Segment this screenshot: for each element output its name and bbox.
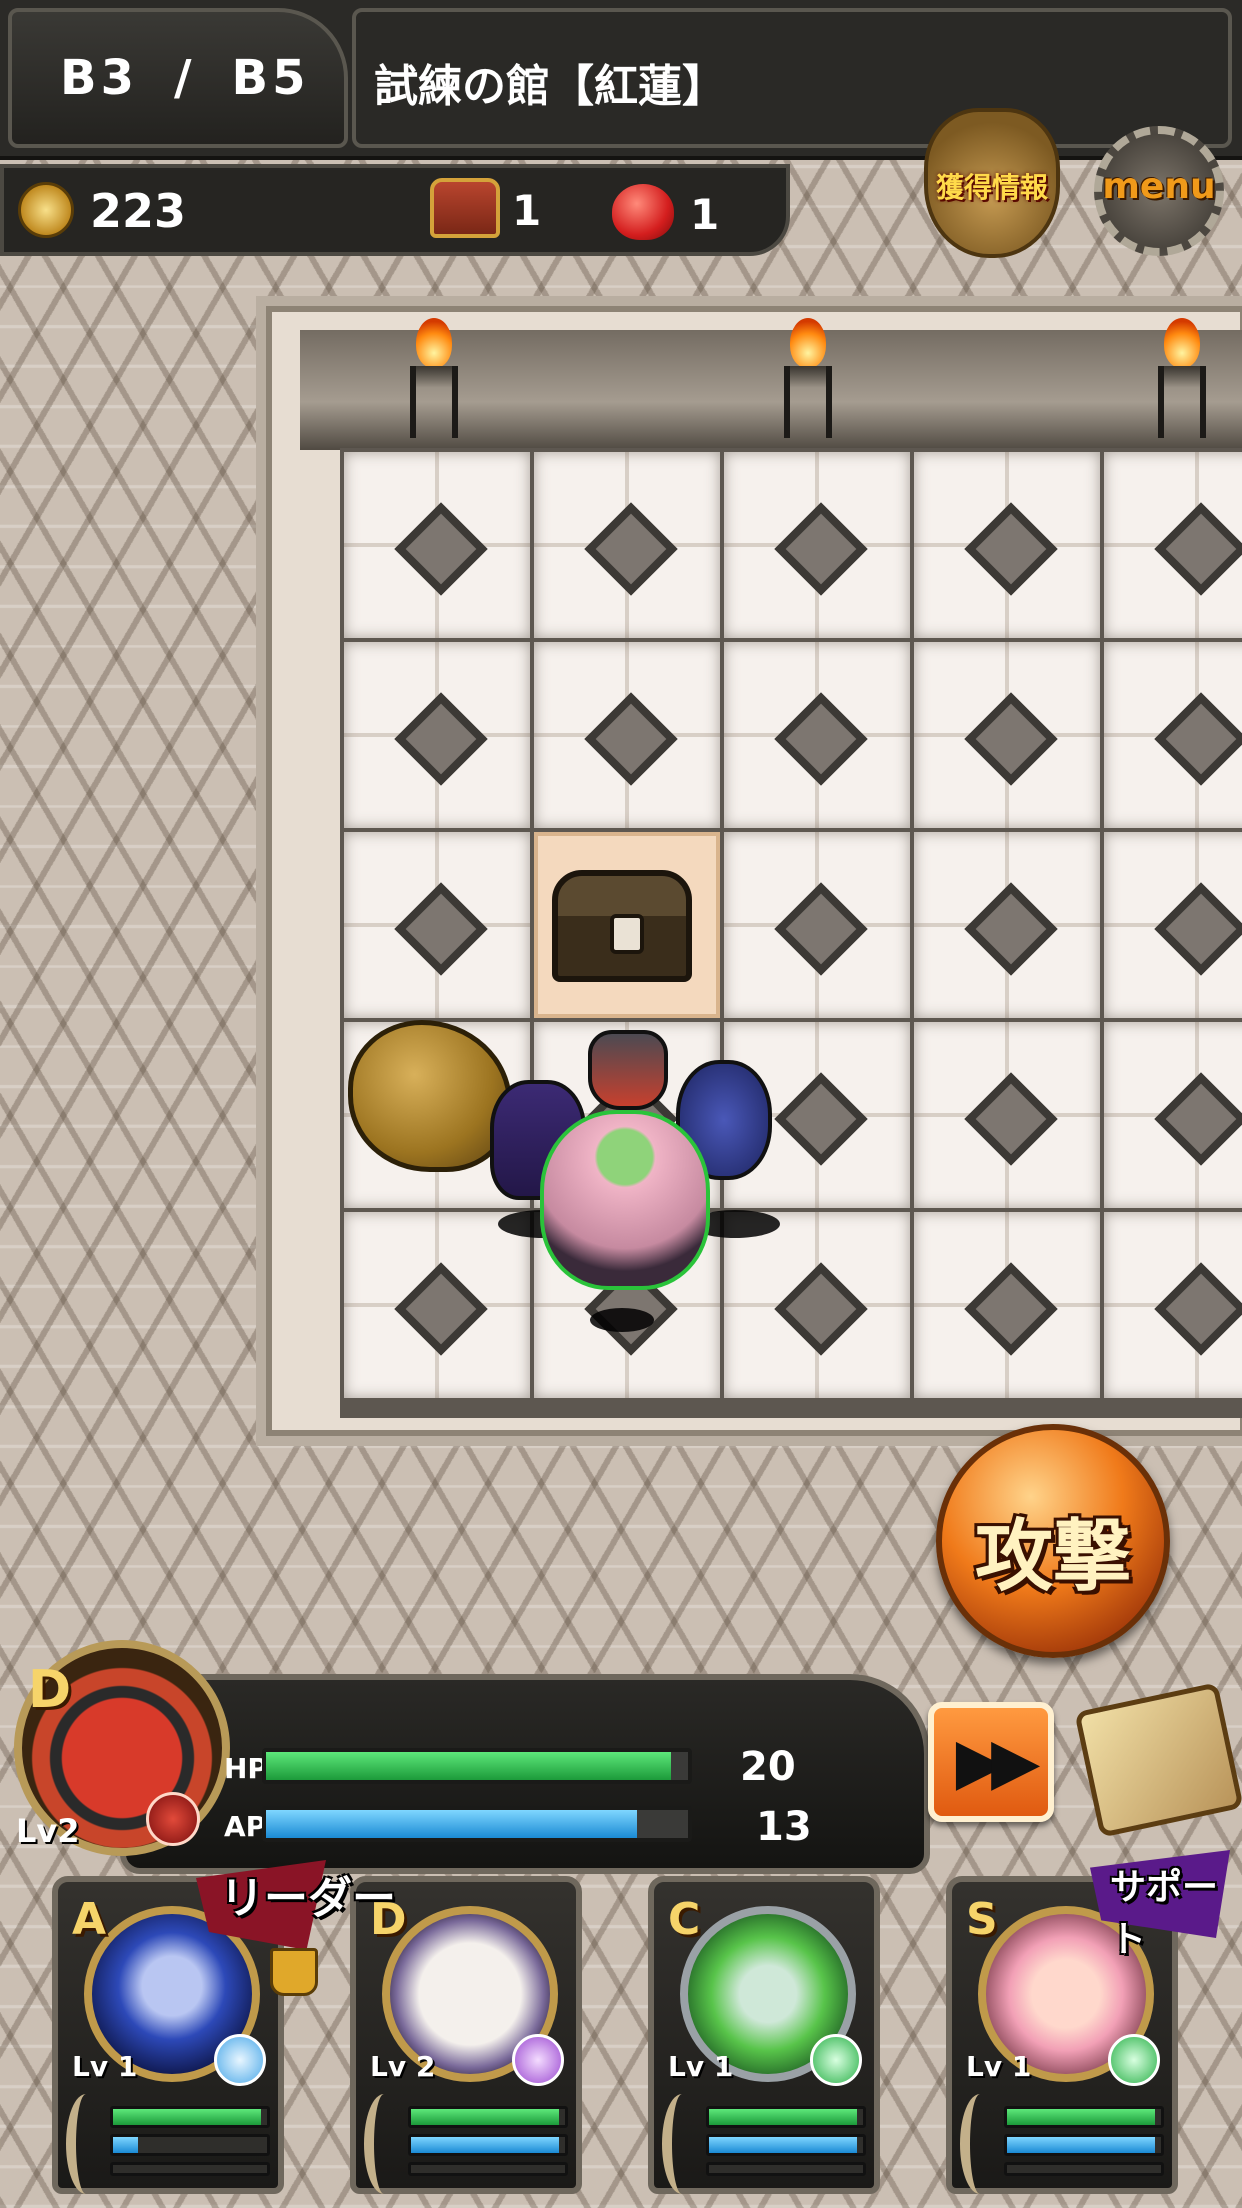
character-ap-bar: [408, 2134, 568, 2156]
player-leader-sprite: [540, 1110, 710, 1290]
card-ornament: [960, 2094, 1000, 2194]
party-card-3[interactable]: C Lv 1: [648, 1876, 880, 2194]
current-floor: B3: [60, 50, 138, 106]
character-level: Lv 1: [966, 2050, 1032, 2083]
floor-tile[interactable]: [724, 642, 910, 828]
ap-bar-fill: [266, 1810, 638, 1838]
fast-forward-icon: ▶▶: [955, 1725, 1041, 1799]
leader-rank-badge: D: [28, 1660, 72, 1720]
leader-tag: リーダー: [220, 1873, 396, 1924]
fast-forward-button[interactable]: ▶▶: [928, 1702, 1054, 1822]
character-hp-bar: [110, 2106, 270, 2128]
character-xp-bar: [110, 2162, 270, 2176]
floor-tile[interactable]: [344, 642, 530, 828]
floor-tile[interactable]: [914, 832, 1100, 1018]
attack-label[interactable]: 攻撃: [936, 1494, 1170, 1606]
floor-tile[interactable]: [344, 832, 530, 1018]
ap-value: 13: [756, 1804, 812, 1850]
character-hp-bar: [408, 2106, 568, 2128]
loot-info-label[interactable]: 獲得情報: [924, 166, 1060, 206]
hp-bar: [262, 1748, 692, 1784]
torch-icon: [404, 318, 464, 438]
character-level: Lv 2: [370, 2050, 436, 2083]
floor-tile[interactable]: [724, 832, 910, 1018]
floor-tile[interactable]: [724, 1212, 910, 1398]
support-tag: サポート: [1110, 1867, 1219, 1960]
floor-tile[interactable]: [1104, 1022, 1242, 1208]
scroll-map-button[interactable]: [1074, 1682, 1242, 1838]
character-xp-bar: [706, 2162, 866, 2176]
floor-tile[interactable]: [1104, 642, 1242, 828]
character-hp-bar: [706, 2106, 866, 2128]
character-xp-bar: [1004, 2162, 1164, 2176]
leader-shield-icon: [270, 1948, 318, 1996]
hp-value: 20: [740, 1744, 796, 1790]
character-ap-bar: [706, 2134, 866, 2156]
coin-icon: [18, 182, 74, 238]
torch-icon: [1152, 318, 1212, 438]
character-hp-bar: [1004, 2106, 1164, 2128]
monster-icon: [612, 184, 674, 240]
card-ornament: [662, 2094, 702, 2194]
rank-badge: S: [966, 1894, 998, 1945]
character-ap-bar: [1004, 2134, 1164, 2156]
party-shadow: [590, 1308, 654, 1332]
dark-element-icon: [512, 2034, 564, 2086]
total-floors: B5: [231, 50, 310, 106]
treasure-chest-object[interactable]: [552, 870, 692, 982]
torch-icon: [778, 318, 838, 438]
menu-label[interactable]: menu: [1094, 166, 1224, 207]
hp-bar-fill: [266, 1752, 672, 1780]
floor-tile[interactable]: [1104, 832, 1242, 1018]
wind-element-icon: [810, 2034, 862, 2086]
floor-tile[interactable]: [914, 642, 1100, 828]
character-level: Lv 1: [668, 2050, 734, 2083]
card-ornament: [364, 2094, 404, 2194]
floor-tile[interactable]: [344, 1212, 530, 1398]
floor-separator: /: [173, 50, 196, 106]
rank-badge: A: [72, 1894, 107, 1945]
character-level: Lv 1: [72, 2050, 138, 2083]
monster-count: 1: [690, 190, 720, 239]
treasure-chest-icon: [430, 178, 500, 238]
party-member-sprite: [588, 1030, 668, 1110]
floor-text: B3 / B5: [60, 48, 320, 108]
character-ap-bar: [110, 2134, 270, 2156]
dungeon-floor-grid: [340, 448, 1242, 1418]
wind-element-icon: [1108, 2034, 1160, 2086]
fire-element-icon: [146, 1792, 200, 1846]
coin-count: 223: [90, 184, 187, 238]
floor-tile[interactable]: [1104, 1212, 1242, 1398]
rank-badge: C: [668, 1894, 701, 1945]
ap-bar: [262, 1806, 692, 1842]
floor-tile[interactable]: [1104, 452, 1242, 638]
ap-label: AP: [224, 1810, 267, 1843]
leader-level: Lv2: [16, 1812, 80, 1850]
floor-tile[interactable]: [534, 452, 720, 638]
character-xp-bar: [408, 2162, 568, 2176]
floor-tile[interactable]: [914, 452, 1100, 638]
floor-tile[interactable]: [914, 1212, 1100, 1398]
floor-tile[interactable]: [724, 452, 910, 638]
floor-tile[interactable]: [534, 642, 720, 828]
floor-tile[interactable]: [914, 1022, 1100, 1208]
dungeon-title: 試練の館【紅蓮】: [374, 61, 726, 112]
chest-count: 1: [512, 186, 542, 235]
water-element-icon: [214, 2034, 266, 2086]
floor-tile[interactable]: [344, 452, 530, 638]
card-ornament: [66, 2094, 106, 2194]
